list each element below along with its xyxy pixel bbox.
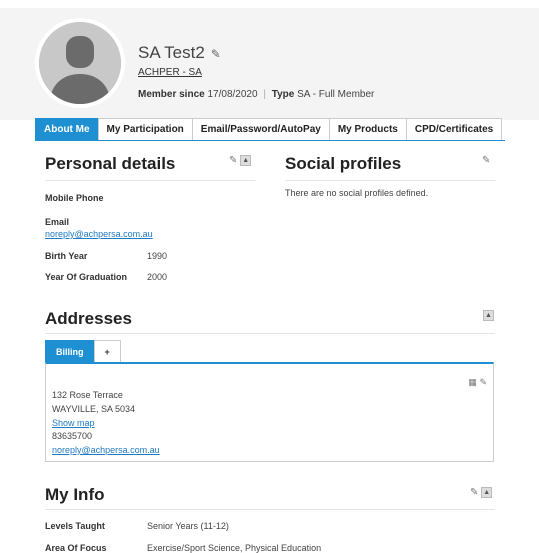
year-of-graduation-label: Year Of Graduation (45, 272, 128, 282)
address-phone: 83635700 (52, 431, 93, 441)
org-link[interactable]: ACHPER - SA (138, 67, 202, 78)
profile-name-text: SA Test2 (138, 43, 205, 62)
tab-my-products[interactable]: My Products (328, 118, 407, 140)
member-since-value: 17/08/2020 (207, 89, 258, 100)
type-label: Type (271, 89, 295, 100)
myinfo-tools: ✎ ▲ (470, 487, 493, 498)
collapse-addresses-icon[interactable]: ▲ (483, 310, 494, 321)
tab-underline (35, 140, 505, 141)
year-of-graduation-value: 2000 (147, 272, 168, 282)
birth-year-label: Birth Year (45, 251, 88, 261)
personal-divider (45, 180, 255, 181)
area-of-focus-label: Area Of Focus (45, 543, 107, 553)
mobile-phone-label: Mobile Phone (45, 193, 104, 203)
profile-header: SA Test2 ✎ ACHPER - SA Member since 17/08… (0, 8, 539, 120)
collapse-icon[interactable]: ▲ (240, 155, 252, 166)
edit-pencil-icon[interactable]: ✎ (229, 155, 237, 166)
levels-taught-value: Senior Years (11-12) (147, 521, 229, 531)
copy-icon[interactable]: ▦ (468, 377, 477, 387)
address-tabs: Billing + (45, 340, 121, 362)
profile-name: SA Test2 ✎ (138, 43, 221, 63)
edit-myinfo-pencil-icon[interactable]: ✎ (470, 487, 478, 498)
email-label: Email (45, 217, 70, 227)
add-address-tab[interactable]: + (93, 340, 121, 362)
show-map-link[interactable]: Show map (52, 418, 95, 428)
tab-my-participation[interactable]: My Participation (97, 118, 193, 140)
my-info-title: My Info (45, 485, 105, 504)
collapse-myinfo-icon[interactable]: ▲ (481, 487, 493, 498)
meta-separator: | (263, 89, 266, 100)
birth-year-value: 1990 (147, 251, 168, 261)
edit-name-pencil-icon[interactable]: ✎ (211, 47, 221, 61)
tab-cpd-certificates[interactable]: CPD/Certificates (405, 118, 503, 140)
addresses-divider (45, 333, 495, 334)
user-silhouette-icon (39, 22, 121, 104)
area-of-focus-value: Exercise/Sport Science, Physical Educati… (147, 543, 322, 553)
type-value: SA - Full Member (297, 89, 375, 100)
edit-address-pencil-icon[interactable]: ✎ (479, 377, 487, 387)
address-tools: ▦ ✎ (468, 377, 487, 388)
myinfo-divider (45, 509, 495, 510)
tab-about-me[interactable]: About Me (35, 118, 99, 140)
email-link[interactable]: noreply@achpersa.com.au (45, 229, 153, 239)
top-strip (0, 0, 539, 8)
member-since-label: Member since (138, 89, 205, 100)
address-street: 132 Rose Terrace (52, 390, 123, 400)
tab-billing[interactable]: Billing (45, 340, 95, 362)
addresses-tools: ▲ (483, 310, 494, 321)
personal-tools: ✎ ▲ (229, 155, 252, 166)
profile-tabs: About Me My Participation Email/Password… (35, 118, 503, 140)
tab-email-password-autopay[interactable]: Email/Password/AutoPay (191, 118, 330, 140)
address-email-link[interactable]: noreply@achpersa.com.au (52, 445, 160, 455)
social-divider (285, 180, 495, 181)
social-empty-text: There are no social profiles defined. (285, 188, 429, 198)
member-meta: Member since 17/08/2020 | Type SA - Full… (138, 89, 374, 100)
avatar[interactable] (35, 18, 125, 108)
social-tools: ✎ (482, 155, 490, 166)
edit-social-pencil-icon[interactable]: ✎ (482, 155, 490, 166)
billing-address-panel: ▦ ✎ 132 Rose Terrace WAYVILLE, SA 5034 S… (45, 362, 494, 462)
personal-details-title: Personal details (45, 154, 176, 173)
levels-taught-label: Levels Taught (45, 521, 105, 531)
addresses-title: Addresses (45, 309, 132, 328)
social-profiles-title: Social profiles (285, 154, 402, 173)
address-city: WAYVILLE, SA 5034 (52, 404, 136, 414)
